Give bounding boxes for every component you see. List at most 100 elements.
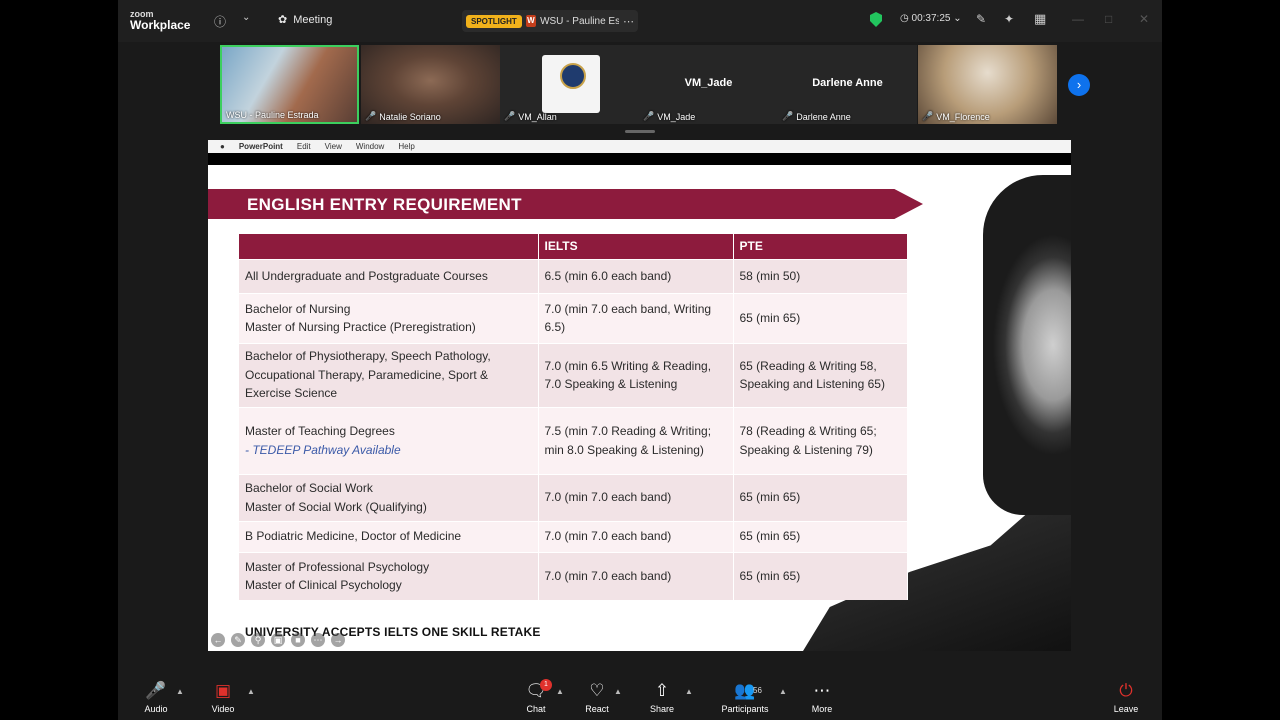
minimize-icon[interactable]: — <box>1072 12 1084 26</box>
spotlight-share-tab[interactable]: SPOTLIGHT W WSU - Pauline Es ⋯ <box>462 10 638 32</box>
participants-button[interactable]: 👥 56 Participants <box>715 681 775 714</box>
chat-button[interactable]: 🗨 1 Chat <box>506 679 566 714</box>
table-header-pte: PTE <box>733 234 908 259</box>
previous-slide-icon[interactable]: ← <box>211 633 225 647</box>
leave-button[interactable]: ⏻ Leave <box>1096 681 1156 714</box>
participants-options-caret-icon[interactable]: ▲ <box>779 687 787 696</box>
table-row: Master of Teaching Degrees - TEDEEP Pathw… <box>239 406 908 474</box>
slide-title-banner: ENGLISH ENTRY REQUIREMENT <box>208 189 923 219</box>
mic-muted-icon: 🎤 <box>643 111 655 121</box>
participant-name: 🎤 Darlene Anne <box>782 111 851 122</box>
requirements-table: IELTS PTE All Undergraduate and Postgrad… <box>239 234 908 600</box>
meeting-toolbar: 🎤 Audio ▲ ▣ Video ▲ 🗨 1 Chat ▲ ♡ React ▲ … <box>118 675 1162 720</box>
audio-button[interactable]: 🎤 Audio <box>126 681 186 714</box>
spotlight-title: WSU - Pauline Es <box>540 15 619 27</box>
share-button[interactable]: ⇧ Share <box>632 681 692 714</box>
more-options-icon[interactable]: ⋯ <box>623 15 634 28</box>
more-button[interactable]: ⋯ More <box>792 681 852 714</box>
zoom-icon[interactable]: ⚲ <box>251 633 265 647</box>
meeting-timer[interactable]: ◷ 00:37:25 ⌄ <box>900 13 962 24</box>
next-page-arrow-icon[interactable]: › <box>1068 74 1090 96</box>
participant-name: 🎤 VM_Jade <box>643 111 696 122</box>
participant-tile[interactable]: 🎤 Natalie Soriano <box>361 45 500 124</box>
pathway-link: - TEDEEP Pathway Available <box>245 442 401 457</box>
meeting-label: Meeting <box>293 13 333 26</box>
zoom-logo: zoom Workplace <box>130 10 191 32</box>
grid-icon[interactable]: ▦ <box>1034 11 1046 27</box>
maximize-icon[interactable]: □ <box>1105 12 1112 26</box>
shield-icon[interactable] <box>870 12 882 27</box>
table-row: All Undergraduate and Postgraduate Cours… <box>239 258 908 293</box>
meeting-icon: ✿ <box>278 14 288 26</box>
participant-tile[interactable]: 🎤 VM_Florence <box>918 45 1057 124</box>
meeting-button[interactable]: ✿ Meeting <box>278 13 333 27</box>
menu-edit: Edit <box>296 142 311 151</box>
participant-display-name: VM_Jade <box>684 77 733 89</box>
mac-menu-bar: ● PowerPoint Edit View Window Help <box>208 140 1071 153</box>
participant-tile[interactable]: Darlene Anne 🎤 Darlene Anne <box>778 45 917 124</box>
title-bar: zoom Workplace ⓘ ⌄ ✿ Meeting SPOTLIGHT W… <box>118 0 1162 42</box>
share-options-caret-icon[interactable]: ▲ <box>685 687 693 696</box>
share-arrow-icon: ⇧ <box>654 681 670 700</box>
chat-options-caret-icon[interactable]: ▲ <box>556 687 564 696</box>
chevron-down-icon[interactable]: ⌄ <box>242 12 250 23</box>
mic-muted-icon: 🎤 <box>145 681 167 700</box>
react-label: React <box>585 704 609 714</box>
mic-muted-icon: 🎤 <box>922 111 934 121</box>
participant-name: 🎤 VM_Allan <box>504 111 557 122</box>
model-photo <box>983 175 1071 515</box>
pencil-icon[interactable]: ✎ <box>976 12 986 26</box>
mic-muted-icon: 🎤 <box>504 111 516 121</box>
logo-bottom-text: Workplace <box>130 18 191 32</box>
pen-icon[interactable]: ✎ <box>231 633 245 647</box>
table-row: Bachelor of Social Work Master of Social … <box>239 473 908 521</box>
react-button[interactable]: ♡ React <box>567 681 627 714</box>
heart-icon: ♡ <box>589 681 605 700</box>
camera-icon[interactable]: ■ <box>291 633 305 647</box>
slide-top-border <box>208 153 1071 165</box>
close-icon[interactable]: ✕ <box>1139 12 1149 26</box>
menu-window: Window <box>355 142 385 151</box>
video-options-caret-icon[interactable]: ▲ <box>247 687 255 696</box>
subtitles-icon[interactable]: ▣ <box>271 633 285 647</box>
chat-unread-badge: 1 <box>540 679 552 691</box>
annotation-controls: ← ✎ ⚲ ▣ ■ ⋯ → <box>211 633 345 647</box>
strip-scroll-indicator[interactable] <box>625 130 655 133</box>
table-header-course <box>239 234 539 259</box>
react-options-caret-icon[interactable]: ▲ <box>614 687 622 696</box>
participant-tile[interactable]: 🎤 VM_Allan <box>500 45 639 124</box>
leave-icon: ⏻ <box>1119 681 1133 700</box>
audio-options-caret-icon[interactable]: ▲ <box>176 687 184 696</box>
participant-name: 🎤 Natalie Soriano <box>365 111 441 122</box>
table-row: Bachelor of Nursing Master of Nursing Pra… <box>239 292 908 343</box>
more-slide-options-icon[interactable]: ⋯ <box>311 633 325 647</box>
participants-label: Participants <box>721 704 769 714</box>
video-button[interactable]: ▣ Video <box>193 681 253 714</box>
presentation-slide: ENGLISH ENTRY REQUIREMENT IELTS PTE All … <box>208 165 1071 651</box>
participants-count: 56 <box>753 686 762 695</box>
outer-left-margin <box>0 0 118 720</box>
table-row: B Podiatric Medicine, Doctor of Medicine… <box>239 520 908 552</box>
menu-app-name: PowerPoint <box>238 142 283 151</box>
leave-label: Leave <box>1113 704 1139 714</box>
table-row: Master of Professional Psychology Master … <box>239 551 908 600</box>
next-slide-icon[interactable]: → <box>331 633 345 647</box>
more-label: More <box>811 704 833 714</box>
audio-label: Audio <box>144 704 168 714</box>
apple-icon: ● <box>220 142 225 151</box>
table-header-ielts: IELTS <box>538 234 734 259</box>
participant-name: 🎤 VM_Florence <box>922 111 990 122</box>
share-label: Share <box>649 704 675 714</box>
participant-tile[interactable]: WSU - Pauline Estrada <box>220 45 359 124</box>
info-icon[interactable]: ⓘ <box>214 13 226 30</box>
participant-display-name: Darlene Anne <box>812 77 883 89</box>
clock-icon: ◷ <box>900 13 909 24</box>
timer-text: 00:37:25 <box>911 13 951 24</box>
organization-logo <box>542 55 600 113</box>
video-off-icon: ▣ <box>214 681 232 700</box>
menu-help: Help <box>398 142 415 151</box>
more-icon: ⋯ <box>813 681 831 700</box>
timer-chevron-icon: ⌄ <box>953 13 962 24</box>
participant-tile[interactable]: VM_Jade 🎤 VM_Jade <box>639 45 778 124</box>
sparkle-icon[interactable]: ✦ <box>1004 12 1014 26</box>
